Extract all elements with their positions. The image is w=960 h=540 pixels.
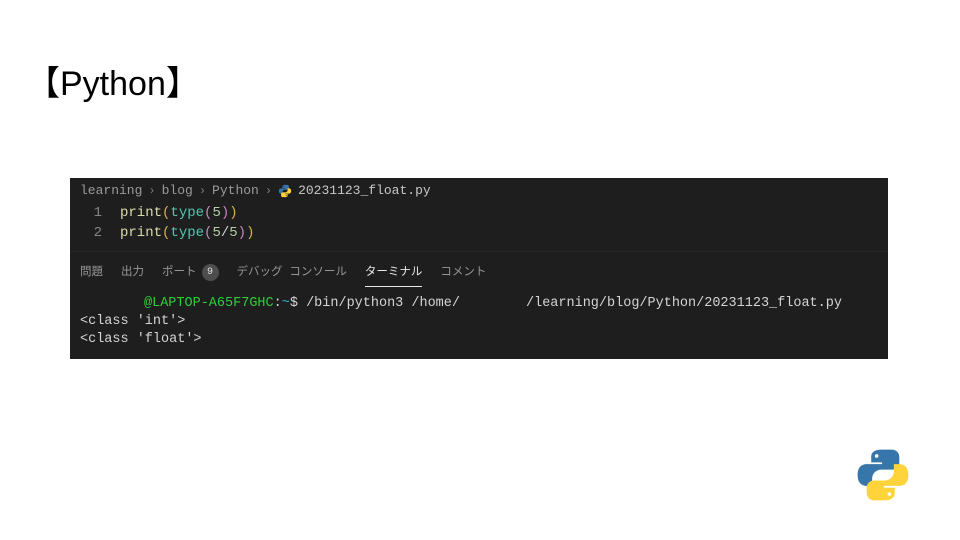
python-logo-icon [854,446,912,504]
terminal-cwd: ~ [282,296,290,311]
bracket-open: 【 [26,65,60,103]
bracket-close: 】 [166,65,200,103]
tab-output[interactable]: 出力 [121,265,144,281]
page-title: 【Python】 [26,56,200,105]
breadcrumb-seg[interactable]: Python [212,182,259,200]
chevron-right-icon: › [199,183,206,200]
code-line: 1 print(type(5)) [70,204,888,224]
tab-problems[interactable]: 問題 [80,265,103,281]
code-line: 2 print(type(5/5)) [70,224,888,244]
panel-tabs: 問題 出力 ポート 9 デバッグ コンソール ターミナル コメント [70,251,888,289]
tab-debug-console[interactable]: デバッグ コンソール [237,265,347,281]
line-number: 1 [70,204,120,224]
terminal-cmd: /bin/python3 /home/ [306,296,460,311]
tab-terminal[interactable]: ターミナル [365,265,423,281]
python-file-icon [278,184,292,198]
chevron-right-icon: › [265,183,272,200]
tab-comments[interactable]: コメント [440,265,486,281]
breadcrumb-seg[interactable]: learning [80,182,142,200]
terminal-line: <class 'int'> [80,314,185,329]
terminal-line: <class 'float'> [80,332,202,347]
chevron-right-icon: › [148,183,155,200]
terminal-cmd: /learning/blog/Python/20231123_float.py [526,296,842,311]
ports-count-badge: 9 [202,264,219,281]
terminal-colon: : [274,296,282,311]
tab-ports[interactable]: ポート 9 [162,264,219,281]
breadcrumb-file[interactable]: 20231123_float.py [298,182,431,200]
terminal-prompt: $ [290,296,298,311]
line-number: 2 [70,224,120,244]
code-editor[interactable]: 1 print(type(5)) 2 print(type(5/5)) [70,202,888,251]
terminal-output[interactable]: @LAPTOP-A65F7GHC:~$ /bin/python3 /home/ /… [70,289,888,358]
tab-ports-label: ポート [162,265,197,281]
breadcrumb-seg[interactable]: blog [162,182,193,200]
title-text: Python [60,65,166,103]
code-text: print(type(5/5)) [120,224,254,244]
code-text: print(type(5)) [120,204,238,224]
terminal-host: @LAPTOP-A65F7GHC [144,296,274,311]
editor-window: learning › blog › Python › 20231123_floa… [70,178,888,359]
breadcrumb[interactable]: learning › blog › Python › 20231123_floa… [70,178,888,202]
